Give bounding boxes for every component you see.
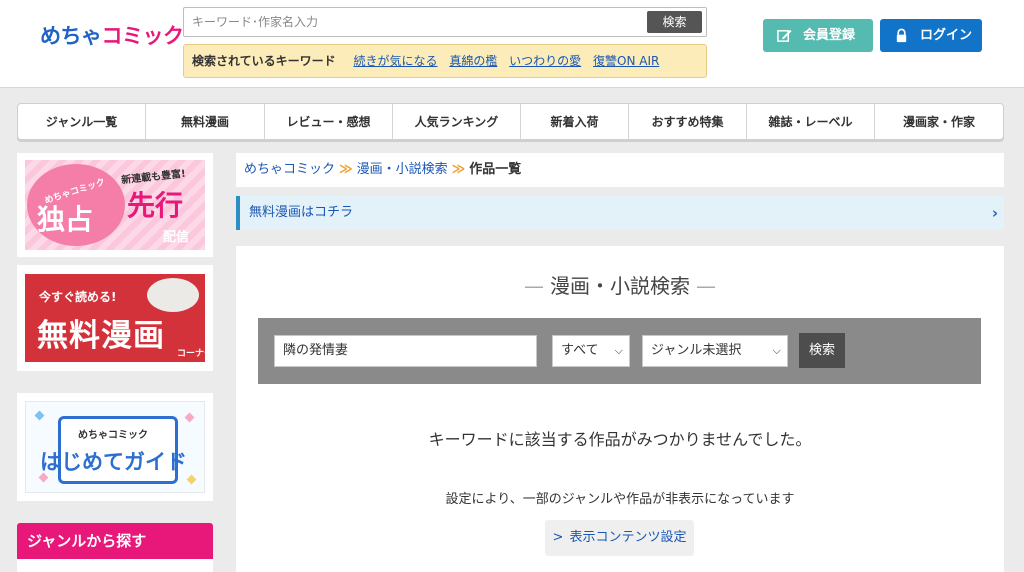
keyword-link[interactable]: 復讐ON AIR (593, 54, 659, 68)
nav-item-magazines[interactable]: 雑誌・レーベル (747, 104, 875, 139)
genre-select-value: ジャンル未選択 (651, 343, 742, 358)
breadcrumb-current: 作品一覧 (469, 162, 522, 177)
display-settings-label: 表示コンテンツ設定 (569, 530, 687, 545)
chevron-right-icon: > (552, 530, 564, 545)
exclusive-banner-image: めちゃコミック 独占 新連載も豊富! 先行 配信 (25, 160, 205, 250)
header-search-input[interactable] (192, 13, 642, 31)
no-results-message: キーワードに該当する作品がみつかりませんでした。 (428, 430, 812, 449)
banner-headline: 無料漫画 (37, 318, 165, 354)
category-select[interactable]: すべて ⌵ (552, 335, 630, 367)
keyword-link[interactable]: いつわりの愛 (509, 54, 581, 68)
keyword-link[interactable]: 続きが気になる (353, 54, 437, 68)
search-submit-button[interactable]: 検索 (799, 333, 845, 368)
global-nav: ジャンル一覧 無料漫画 レビュー・感想 人気ランキング 新着入荷 おすすめ特集 … (17, 103, 1004, 140)
nav-item-new-arrivals[interactable]: 新着入荷 (521, 104, 629, 139)
nav-item-authors[interactable]: 漫画家・作家 (875, 104, 1003, 139)
free-manga-banner[interactable]: 今すぐ読める! 無料漫画 コーナー (17, 265, 213, 371)
banner-headline: はじめてガイド (40, 450, 187, 474)
banner-headline-1: 独占 (37, 203, 94, 236)
breadcrumb-home[interactable]: めちゃコミック (244, 162, 335, 177)
logo-part-2: コミック (101, 24, 185, 48)
header-search-box: 検索 (183, 7, 707, 37)
site-header: めちゃコミック 検索 検索されているキーワード 続きが気になる 真綿の檻 いつわ… (0, 0, 1024, 88)
genre-search-list (17, 559, 213, 572)
login-button[interactable]: ログイン (880, 19, 982, 52)
title-dash-left: — (524, 274, 544, 298)
login-button-label: ログイン (920, 28, 973, 43)
genre-search-heading: ジャンルから探す (17, 523, 213, 559)
keyword-input[interactable]: 隣の発情妻 (274, 335, 537, 367)
chevron-right-icon: › (991, 204, 998, 222)
free-manga-link-bar[interactable]: 無料漫画はコチラ › (236, 196, 1004, 230)
beginner-guide-banner[interactable]: めちゃコミック はじめてガイド (17, 393, 213, 501)
nav-item-features[interactable]: おすすめ特集 (629, 104, 747, 139)
genre-select[interactable]: ジャンル未選択 ⌵ (642, 335, 788, 367)
pencil-icon (777, 29, 792, 42)
register-button-label: 会員登録 (803, 28, 856, 43)
lock-icon (896, 28, 907, 43)
breadcrumb: めちゃコミック ≫ 漫画・小説検索 ≫ 作品一覧 (236, 153, 1004, 187)
breadcrumb-search[interactable]: 漫画・小説検索 (357, 162, 448, 177)
popular-keywords-bar: 検索されているキーワード 続きが気になる 真綿の檻 いつわりの愛 復讐ON AI… (183, 44, 707, 78)
logo-part-1: めちゃ (40, 24, 102, 48)
header-search-button[interactable]: 検索 (647, 11, 702, 33)
banner-sub-text: コーナー (177, 349, 205, 359)
beginner-guide-banner-image: めちゃコミック はじめてガイド (25, 401, 205, 493)
keyword-link[interactable]: 真綿の檻 (449, 54, 497, 68)
register-button[interactable]: 会員登録 (763, 19, 873, 52)
decor-diamond-icon (186, 474, 197, 485)
nav-item-ranking[interactable]: 人気ランキング (393, 104, 521, 139)
chevron-down-icon: ⌵ (614, 344, 623, 357)
nav-item-free-manga[interactable]: 無料漫画 (146, 104, 265, 139)
banner-small-text: めちゃコミック (78, 430, 148, 441)
chevron-down-icon: ⌵ (772, 344, 781, 357)
title-dash-right: — (696, 274, 716, 298)
nav-item-genre-list[interactable]: ジャンル一覧 (18, 104, 146, 139)
site-logo[interactable]: めちゃコミック (40, 20, 184, 50)
free-manga-banner-image: 今すぐ読める! 無料漫画 コーナー (25, 274, 205, 362)
banner-headline-2: 先行 (127, 189, 184, 222)
cloud-icon (147, 278, 199, 312)
nav-item-reviews[interactable]: レビュー・感想 (265, 104, 393, 139)
search-form: 隣の発情妻 すべて ⌵ ジャンル未選択 ⌵ 検索 (258, 318, 981, 384)
page-title: — 漫画・小説検索 — (236, 270, 1004, 299)
display-settings-button[interactable]: > 表示コンテンツ設定 (545, 520, 694, 556)
page-title-text: 漫画・小説検索 (550, 274, 690, 298)
filter-note: 設定により、一部のジャンルや作品が非表示になっています (445, 492, 795, 507)
free-manga-link-label: 無料漫画はコチラ (249, 205, 354, 220)
banner-small-text: 今すぐ読める! (39, 290, 117, 304)
decor-diamond-icon (34, 410, 45, 421)
popular-keywords-title: 検索されているキーワード (192, 54, 336, 68)
decor-diamond-icon (184, 412, 195, 423)
breadcrumb-separator: ≫ (339, 162, 353, 177)
banner-sub-text: 配信 (163, 230, 190, 245)
search-panel: — 漫画・小説検索 — 隣の発情妻 すべて ⌵ ジャンル未選択 ⌵ 検索 キーワード… (236, 246, 1004, 572)
exclusive-banner[interactable]: めちゃコミック 独占 新連載も豊富! 先行 配信 (17, 153, 213, 257)
breadcrumb-separator: ≫ (451, 162, 466, 177)
category-select-value: すべて (561, 343, 599, 358)
